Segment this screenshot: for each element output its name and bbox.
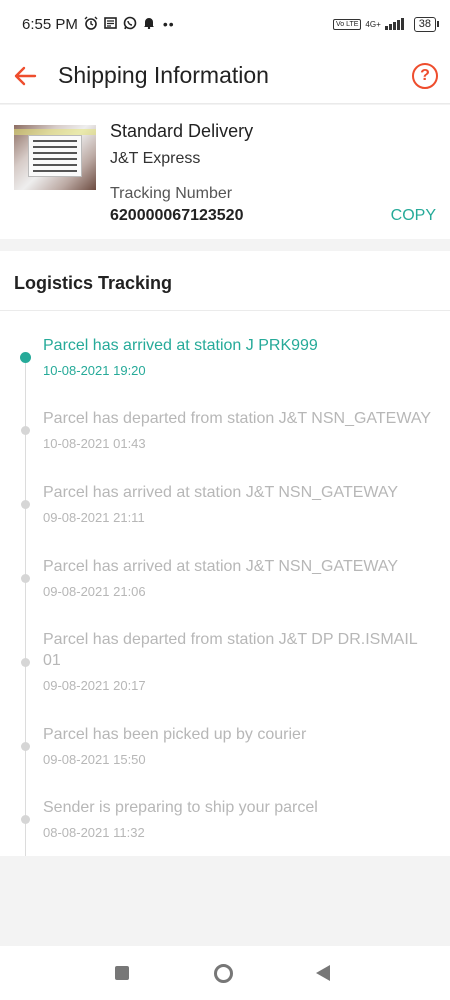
timeline-dot — [21, 742, 30, 751]
timeline-dot — [21, 658, 30, 667]
status-bar: 6:55 PM •• Vo LTE 4G+ 38 — [0, 0, 450, 48]
event-description: Parcel has departed from station J&T NSN… — [43, 410, 431, 427]
event-description: Parcel has arrived at station J&T NSN_GA… — [43, 484, 399, 501]
carrier-name: J&T Express — [110, 150, 201, 167]
recent-apps-button[interactable] — [115, 966, 129, 980]
section-title: Logistics Tracking — [14, 273, 173, 293]
event-time: 09-08-2021 21:06 — [43, 584, 146, 599]
status-system-icons: Vo LTE 4G+ 38 — [332, 16, 440, 32]
help-button[interactable]: ? — [412, 62, 438, 89]
timeline-dot — [21, 426, 30, 435]
alarm-icon — [84, 16, 98, 33]
whatsapp-icon — [123, 16, 137, 33]
battery-icon: 38 — [413, 16, 440, 32]
tracking-number-value: 620000067123520 — [110, 207, 244, 224]
more-notifications-icon: •• — [162, 16, 175, 32]
event-time: 09-08-2021 21:11 — [43, 510, 145, 525]
timeline-dot-active — [20, 352, 31, 363]
system-navigation-bar — [0, 946, 450, 1000]
divider — [0, 310, 450, 311]
event-description: Parcel has arrived at station J&T NSN_GA… — [43, 558, 399, 575]
news-icon — [104, 16, 117, 32]
event-time: 08-08-2021 11:32 — [43, 825, 145, 840]
event-description: Parcel has departed from station J&T DP … — [43, 631, 418, 669]
timeline-line — [25, 361, 26, 856]
app-bar: Shipping Information ? — [0, 48, 450, 104]
event-description: Parcel has been picked up by courier — [43, 726, 307, 743]
tracking-number-label: Tracking Number — [110, 185, 233, 202]
system-back-button[interactable] — [316, 965, 330, 981]
notification-bell-icon — [143, 16, 155, 32]
event-description: Parcel has arrived at station J PRK999 — [43, 337, 318, 354]
status-notification-icons — [84, 16, 155, 33]
signal-strength-icon — [384, 18, 404, 30]
event-time: 10-08-2021 19:20 — [43, 363, 146, 378]
shipping-method: Standard Delivery — [110, 121, 254, 141]
back-arrow-icon — [14, 66, 37, 85]
timeline-dot — [21, 500, 30, 509]
timeline-dot — [21, 815, 30, 824]
event-time: 09-08-2021 20:17 — [43, 678, 146, 693]
network-type-label: 4G+ — [365, 19, 381, 29]
home-button[interactable] — [214, 964, 233, 983]
shipment-card: Standard Delivery J&T Express Tracking N… — [0, 105, 450, 239]
event-description: Sender is preparing to ship your parcel — [43, 799, 318, 816]
copy-button[interactable]: COPY — [391, 207, 436, 225]
logistics-tracking-section: Logistics Tracking Parcel has arrived at… — [0, 251, 450, 856]
product-thumbnail — [14, 125, 96, 190]
event-time: 09-08-2021 15:50 — [43, 752, 146, 767]
back-button[interactable] — [0, 48, 50, 104]
timeline-dot — [21, 574, 30, 583]
volte-icon: Vo LTE — [332, 18, 362, 30]
status-time: 6:55 PM — [22, 15, 78, 33]
event-time: 10-08-2021 01:43 — [43, 436, 146, 451]
page-title: Shipping Information — [58, 62, 269, 88]
